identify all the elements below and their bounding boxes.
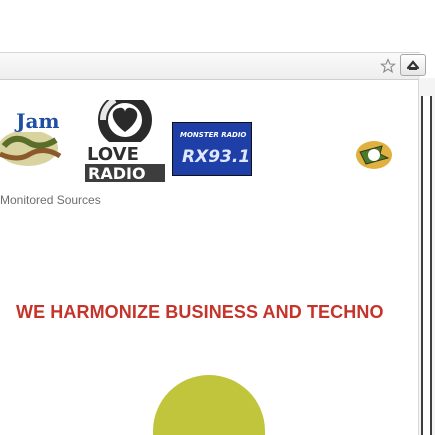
monitored-sources-logos: Jam LOVE RADIO MONSTER RADIO RX93.1 <box>0 90 400 185</box>
monster-logo-title: MONSTER RADIO <box>180 131 246 139</box>
scrollbar-thumb[interactable] <box>421 96 432 435</box>
love-logo-line1: LOVE <box>87 144 139 165</box>
monster-logo-freq: RX93.1 <box>182 147 250 167</box>
monster-radio-logo[interactable]: MONSTER RADIO RX93.1 <box>171 121 253 177</box>
extension-icon <box>406 60 420 70</box>
love-logo-line2: RADIO <box>88 164 146 182</box>
bookmark-star-icon[interactable] <box>379 58 397 74</box>
browser-toolbar <box>0 52 420 80</box>
partial-source-logo[interactable] <box>352 140 392 170</box>
hero-graphic <box>153 375 265 435</box>
love-radio-logo[interactable]: LOVE RADIO <box>85 93 165 183</box>
jam-logo-text: Jam <box>14 109 60 133</box>
page: Jam LOVE RADIO MONSTER RADIO RX93.1 Moni… <box>0 0 435 435</box>
monitored-sources-label: Monitored Sources <box>0 193 101 207</box>
jam-radio-logo[interactable]: Jam <box>0 106 64 168</box>
extension-button[interactable] <box>400 54 426 76</box>
headline: WE HARMONIZE BUSINESS AND TECHNO <box>16 302 384 322</box>
blank-top-area <box>0 0 435 52</box>
